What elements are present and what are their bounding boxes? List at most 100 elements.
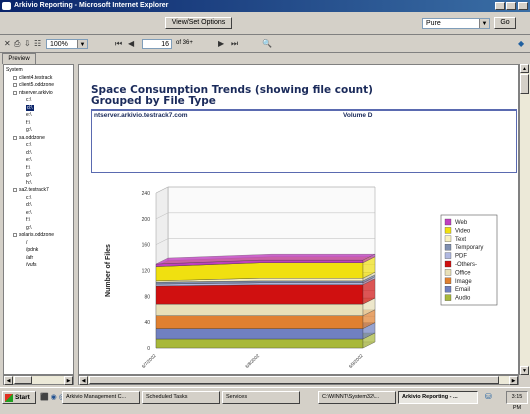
page-number-input[interactable]: 16 bbox=[142, 39, 172, 49]
last-page-icon[interactable]: ⏭ bbox=[231, 39, 238, 49]
tab-preview[interactable]: Preview bbox=[2, 53, 36, 64]
tree-expand-icon[interactable] bbox=[13, 75, 17, 80]
report-horizontal-scrollbar[interactable]: ◀ ▶ bbox=[78, 375, 519, 385]
scroll-right-icon[interactable]: ▶ bbox=[64, 376, 73, 385]
go-button[interactable]: Go bbox=[494, 17, 516, 29]
legend-label: Web bbox=[455, 220, 468, 226]
tray-icons[interactable]: ⛁ bbox=[485, 392, 492, 401]
tree-item[interactable]: /afr bbox=[26, 255, 33, 261]
task-item[interactable]: C:\WINNT\System32\... bbox=[318, 391, 396, 404]
tree-item[interactable]: g:\ bbox=[26, 225, 32, 231]
tree-expand-icon[interactable] bbox=[13, 233, 17, 237]
close-report-icon[interactable]: ✕ bbox=[4, 39, 11, 48]
legend-swatch bbox=[444, 218, 452, 226]
maximize-button[interactable] bbox=[506, 2, 516, 10]
tree-item[interactable]: g:\ bbox=[26, 127, 32, 133]
legend-label: Audio bbox=[455, 296, 471, 302]
scroll-up-icon[interactable]: ▲ bbox=[520, 64, 529, 73]
scroll-left-icon[interactable]: ◀ bbox=[4, 376, 13, 385]
view-set-options-button[interactable]: View/Set Options bbox=[165, 17, 232, 29]
tree-item[interactable]: /pdnk bbox=[26, 247, 38, 253]
y-tick-label: 120 bbox=[142, 269, 151, 275]
legend-swatch bbox=[444, 269, 452, 276]
tree-item[interactable]: h:\ bbox=[26, 180, 32, 186]
tree-expand-icon[interactable] bbox=[13, 135, 17, 140]
x-tick-label: 6/7/2002 bbox=[141, 353, 157, 369]
tree-item[interactable]: c:\ bbox=[26, 142, 31, 148]
export-icon[interactable]: ⇩ bbox=[24, 39, 31, 48]
minimize-button[interactable] bbox=[495, 2, 505, 10]
chevron-down-icon: ▼ bbox=[479, 19, 489, 28]
first-page-icon[interactable]: ⏮ bbox=[115, 39, 122, 49]
y-tick-label: 80 bbox=[144, 294, 150, 300]
tree-item[interactable]: f:\ bbox=[26, 217, 30, 223]
server-name: ntserver.arkivio.testrack7.com bbox=[94, 112, 188, 119]
y-tick-label: 40 bbox=[144, 320, 150, 326]
series-area-email bbox=[155, 328, 364, 340]
tree-item[interactable]: solaris.oddzone bbox=[19, 232, 54, 238]
legend-swatch bbox=[444, 227, 452, 234]
task-item-active[interactable]: Arkivio Reporting - ... bbox=[398, 391, 478, 404]
legend-label: Email bbox=[455, 287, 470, 293]
tree-scroll-thumb[interactable] bbox=[14, 376, 32, 384]
tree-item[interactable]: /vufs bbox=[26, 262, 37, 268]
tree-item[interactable]: e:\ bbox=[26, 210, 32, 216]
tree-item[interactable]: / bbox=[26, 240, 27, 246]
y-axis-label: Number of Files bbox=[105, 244, 112, 297]
tree-horizontal-scrollbar[interactable]: ◀ ▶ bbox=[3, 375, 74, 385]
vertical-scroll-thumb[interactable] bbox=[520, 74, 529, 94]
report-page: Space Consumption Trends (showing file c… bbox=[78, 64, 519, 375]
scroll-left-icon[interactable]: ◀ bbox=[79, 376, 88, 385]
taskbar: Start ⬛ ◉ ◎ Arkivio Management C... Sche… bbox=[0, 387, 530, 411]
start-button[interactable]: Start bbox=[2, 391, 36, 404]
tree-expand-icon[interactable] bbox=[13, 90, 17, 95]
tree-item[interactable]: d:\ bbox=[26, 202, 32, 208]
chart: 0 40 80 120 160 200 240 6/7/2002 6/8/2002 6/9/200… bbox=[105, 186, 498, 369]
tree-item[interactable]: client4.testrack bbox=[19, 75, 52, 81]
tree-item[interactable]: sa2.testrack7 bbox=[19, 187, 49, 193]
tree-item[interactable]: c:\ bbox=[26, 195, 31, 201]
legend-swatch bbox=[444, 277, 452, 284]
previous-page-icon[interactable]: ◀ bbox=[128, 39, 134, 48]
scroll-down-icon[interactable]: ▼ bbox=[520, 366, 529, 375]
tree-item[interactable]: e:\ bbox=[26, 112, 32, 118]
legend-label: Office bbox=[455, 270, 471, 276]
y-tick-label: 160 bbox=[142, 243, 151, 249]
tree-item[interactable]: c:\ bbox=[26, 97, 31, 103]
tree-item[interactable]: f:\ bbox=[26, 120, 30, 126]
legend-label: Text bbox=[455, 237, 466, 243]
task-item[interactable]: Scheduled Tasks bbox=[142, 391, 220, 404]
tree-item[interactable]: g:\ bbox=[26, 172, 32, 178]
series-area-others bbox=[155, 284, 364, 305]
next-page-icon[interactable]: ▶ bbox=[218, 39, 224, 48]
tree-item[interactable]: d:\ bbox=[26, 104, 34, 111]
volume-name: Volume D bbox=[343, 112, 373, 119]
print-icon[interactable]: ⎙ bbox=[14, 39, 20, 49]
find-icon[interactable]: 🔍 bbox=[262, 39, 272, 48]
task-item[interactable]: Arkivio Management C... bbox=[62, 391, 140, 404]
legend-label: Temporary bbox=[455, 245, 483, 251]
tree-item[interactable]: client5.oddzone bbox=[19, 82, 54, 88]
tree-item[interactable]: e:\ bbox=[26, 157, 32, 163]
tree-item[interactable]: System bbox=[6, 67, 23, 73]
legend-swatch bbox=[444, 235, 452, 242]
tree-expand-icon[interactable] bbox=[13, 83, 17, 87]
window-title: Arkivio Reporting - Microsoft Internet E… bbox=[14, 2, 169, 9]
task-item[interactable]: Services bbox=[222, 391, 300, 404]
vertical-scrollbar[interactable]: ▲ ▼ bbox=[519, 64, 530, 375]
close-button[interactable] bbox=[518, 2, 528, 10]
zoom-value: 100% bbox=[50, 41, 68, 48]
tree-expand-icon[interactable] bbox=[13, 188, 17, 192]
tree-item[interactable]: d:\ bbox=[26, 150, 32, 156]
legend-label: Image bbox=[455, 279, 472, 285]
toggle-tree-icon[interactable]: ☷ bbox=[34, 39, 41, 48]
zoom-select[interactable]: 100% ▼ bbox=[46, 39, 88, 49]
y-tick-label: 0 bbox=[147, 346, 150, 352]
tree-item[interactable]: sa.oddzone bbox=[19, 135, 45, 141]
scroll-right-icon[interactable]: ▶ bbox=[509, 376, 518, 385]
tree-item[interactable]: f:\ bbox=[26, 165, 30, 171]
series-area-audio bbox=[155, 338, 364, 349]
report-scroll-thumb[interactable] bbox=[89, 376, 499, 384]
tree-item[interactable]: ntserver.arkivio bbox=[19, 90, 53, 96]
format-select[interactable]: Pure ▼ bbox=[422, 18, 490, 29]
